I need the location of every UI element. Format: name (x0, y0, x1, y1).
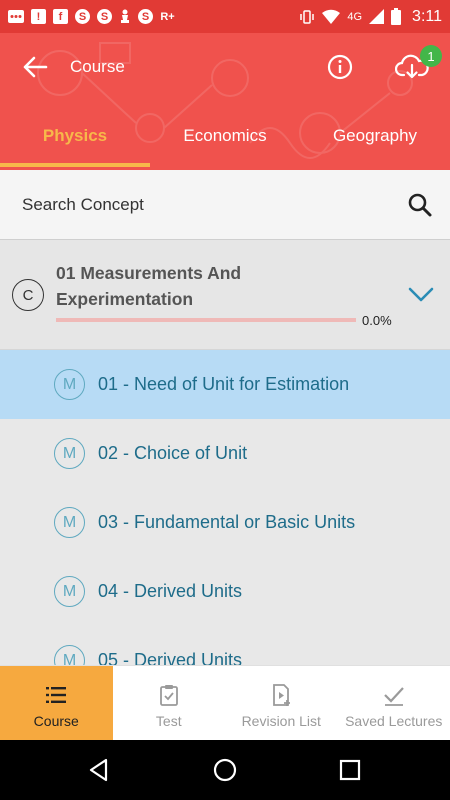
clock: 3:11 (412, 7, 442, 25)
system-navigation-bar (0, 740, 450, 800)
check-icon (383, 687, 404, 706)
chapter-progress-bar (56, 318, 356, 322)
list-item[interactable]: M 01 - Need of Unit for Estimation (0, 350, 450, 419)
list-item[interactable]: M 04 - Derived Units (0, 557, 450, 626)
nav-label: Saved Lectures (345, 713, 443, 729)
skype-icon: S (138, 9, 153, 24)
lesson-label: 05 - Derived Units (98, 650, 243, 665)
lesson-badge: M (54, 576, 85, 607)
video-add-icon (273, 684, 291, 706)
skype-icon: S (97, 9, 112, 24)
signal-icon (369, 9, 385, 24)
back-button[interactable] (18, 51, 52, 83)
home-circle-icon[interactable] (212, 757, 238, 783)
lesson-label: 01 - Need of Unit for Estimation (98, 374, 350, 394)
chess-icon (121, 9, 129, 23)
search-icon[interactable] (406, 191, 434, 219)
skype-icon: S (75, 9, 90, 24)
nav-revision-list[interactable]: Revision List (225, 666, 338, 740)
lesson-badge: M (54, 369, 85, 400)
chevron-down-icon[interactable] (406, 282, 436, 306)
facebook-icon: f (53, 9, 68, 24)
tab-economics[interactable]: Economics (150, 117, 300, 167)
search-input[interactable] (22, 194, 406, 215)
nav-label: Course (33, 713, 79, 729)
bottom-navigation: Course Test Revision List Saved Lectures (0, 665, 450, 740)
download-count-badge: 1 (420, 45, 442, 67)
vibrate-icon (300, 9, 315, 24)
info-icon (327, 54, 353, 80)
nav-course[interactable]: Course (0, 666, 113, 740)
nav-label: Test (155, 713, 182, 729)
lesson-badge: M (54, 645, 85, 665)
search-bar (0, 170, 450, 240)
chapter-progress-text: 0.0% (362, 313, 392, 328)
nav-test[interactable]: Test (113, 666, 226, 740)
list-item[interactable]: M 03 - Fundamental or Basic Units (0, 488, 450, 557)
list-icon (46, 687, 67, 703)
lesson-label: 02 - Choice of Unit (98, 443, 248, 463)
lesson-badge: M (54, 507, 85, 538)
page-title: Course (70, 57, 125, 76)
notification-icon: ! (31, 9, 46, 24)
notification-icons: ! f S S S R+ (8, 9, 175, 24)
nav-label: Revision List (241, 713, 321, 729)
arrow-left-icon (23, 56, 48, 78)
info-button[interactable] (324, 51, 356, 83)
list-item[interactable]: M 05 - Derived Units (0, 626, 450, 665)
list-item[interactable]: M 02 - Choice of Unit (0, 419, 450, 488)
status-bar: ! f S S S R+ 4G 3:11 (0, 0, 450, 33)
nav-saved-lectures[interactable]: Saved Lectures (338, 666, 450, 740)
lesson-label: 03 - Fundamental or Basic Units (98, 512, 356, 532)
app-bar: Course 1 Physics Economics Geography (0, 33, 450, 170)
wifi-icon (322, 9, 341, 24)
back-triangle-icon[interactable] (86, 757, 112, 783)
recents-square-icon[interactable] (337, 757, 363, 783)
chapter-title: 01 Measurements And Experimentation (56, 263, 242, 309)
lesson-label: 04 - Derived Units (98, 581, 243, 601)
chapter-badge: C (12, 279, 44, 311)
tab-geography[interactable]: Geography (300, 117, 450, 167)
subject-tabs: Physics Economics Geography (0, 117, 450, 167)
lesson-badge: M (54, 438, 85, 469)
battery-icon (391, 8, 402, 25)
network-label: 4G (347, 10, 363, 23)
clipboard-icon (159, 685, 178, 706)
chapter-header[interactable]: C 01 Measurements And Experimentation 0.… (0, 240, 450, 350)
r-plus-icon: R+ (160, 10, 175, 23)
tab-physics[interactable]: Physics (0, 117, 150, 167)
system-status: 4G 3:11 (299, 8, 442, 26)
lesson-list: M 01 - Need of Unit for Estimation M 02 … (0, 350, 450, 665)
dots-icon (8, 10, 24, 23)
